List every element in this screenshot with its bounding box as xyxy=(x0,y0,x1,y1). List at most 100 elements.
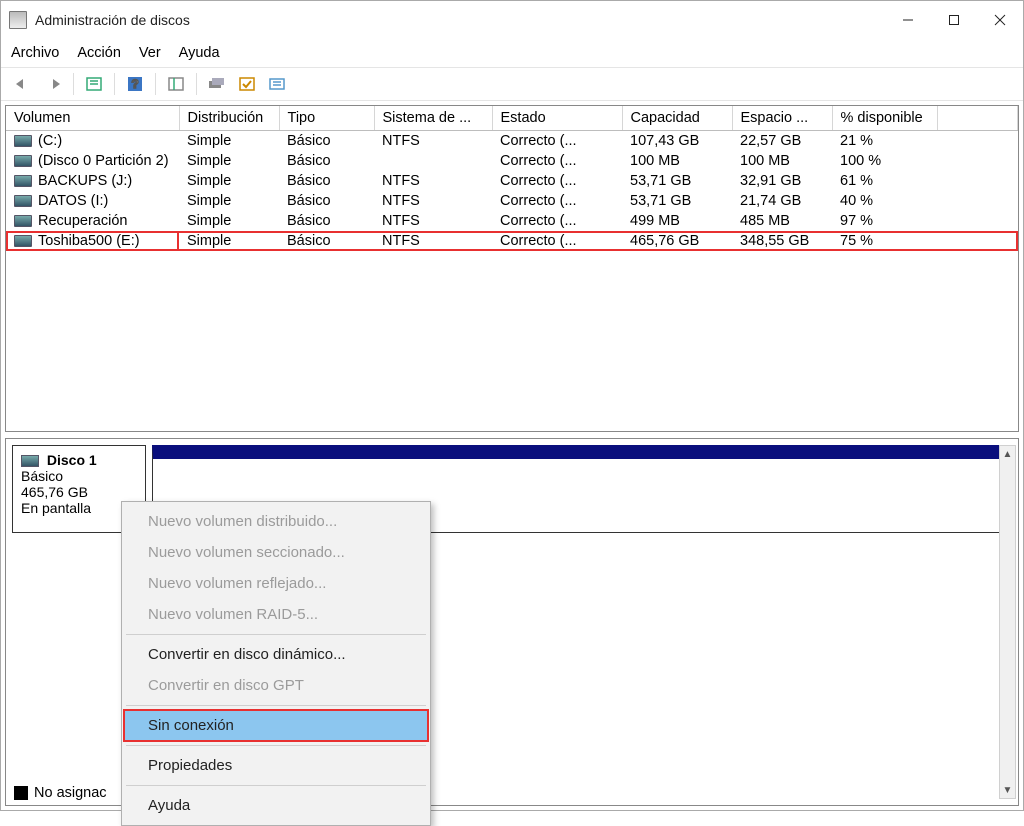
cm-help[interactable]: Ayuda xyxy=(124,790,428,821)
props-button[interactable] xyxy=(263,71,291,97)
cell-type: Básico xyxy=(279,131,374,152)
cm-new-mirrored[interactable]: Nuevo volumen reflejado... xyxy=(124,568,428,599)
minimize-button[interactable] xyxy=(885,1,931,39)
col-capacity[interactable]: Capacidad xyxy=(622,106,732,131)
col-status[interactable]: Estado xyxy=(492,106,622,131)
window-controls xyxy=(885,1,1023,39)
cell-cap: 499 MB xyxy=(622,211,732,231)
legend-label: No asignac xyxy=(34,785,107,801)
menu-bar: Archivo Acción Ver Ayuda xyxy=(1,39,1023,67)
cell-cap: 100 MB xyxy=(622,151,732,171)
cm-separator xyxy=(126,634,426,635)
disk-size: 465,76 GB xyxy=(21,484,137,500)
cell-pct: 61 % xyxy=(832,171,937,191)
cell-fs: NTFS xyxy=(374,231,492,251)
menu-help[interactable]: Ayuda xyxy=(179,45,220,61)
vertical-scrollbar[interactable]: ▲ ▼ xyxy=(999,445,1016,799)
scroll-down-icon[interactable]: ▼ xyxy=(1000,782,1015,798)
cm-properties[interactable]: Propiedades xyxy=(124,750,428,781)
table-row[interactable]: BACKUPS (J:)SimpleBásicoNTFSCorrecto (..… xyxy=(6,171,1018,191)
disk-type: Básico xyxy=(21,468,137,484)
volume-icon xyxy=(14,235,32,247)
cm-new-spanned[interactable]: Nuevo volumen distribuido... xyxy=(124,506,428,537)
svg-text:?: ? xyxy=(131,77,138,91)
cell-type: Básico xyxy=(279,151,374,171)
cm-new-striped[interactable]: Nuevo volumen seccionado... xyxy=(124,537,428,568)
cell-pct: 100 % xyxy=(832,151,937,171)
list-button[interactable] xyxy=(203,71,231,97)
cell-type: Básico xyxy=(279,231,374,251)
cell-free: 22,57 GB xyxy=(732,131,832,152)
table-row[interactable]: Toshiba500 (E:)SimpleBásicoNTFSCorrecto … xyxy=(6,231,1018,251)
cell-layout: Simple xyxy=(179,151,279,171)
table-row[interactable]: (Disco 0 Partición 2)SimpleBásico Correct… xyxy=(6,151,1018,171)
cell-status: Correcto (... xyxy=(492,191,622,211)
maximize-button[interactable] xyxy=(931,1,977,39)
volume-icon xyxy=(14,175,32,187)
cell-pct: 40 % xyxy=(832,191,937,211)
cell-name: Toshiba500 (E:) xyxy=(6,231,179,251)
table-row[interactable]: DATOS (I:)SimpleBásicoNTFSCorrecto (...5… xyxy=(6,191,1018,211)
volume-icon xyxy=(14,215,32,227)
cell-layout: Simple xyxy=(179,191,279,211)
cell-pct: 97 % xyxy=(832,211,937,231)
volumes-pane: Volumen Distribución Tipo Sistema de ...… xyxy=(5,105,1019,432)
volume-icon xyxy=(14,135,32,147)
cell-cap: 107,43 GB xyxy=(622,131,732,152)
title-bar: Administración de discos xyxy=(1,1,1023,39)
cell-free: 485 MB xyxy=(732,211,832,231)
disk-name: Disco 1 xyxy=(47,452,97,468)
window-title: Administración de discos xyxy=(35,12,190,28)
table-row[interactable]: RecuperaciónSimpleBásicoNTFSCorrecto (..… xyxy=(6,211,1018,231)
settings-button[interactable] xyxy=(162,71,190,97)
menu-view[interactable]: Ver xyxy=(139,45,161,61)
volumes-table[interactable]: Volumen Distribución Tipo Sistema de ...… xyxy=(6,106,1018,251)
cm-new-raid5[interactable]: Nuevo volumen RAID-5... xyxy=(124,599,428,630)
cm-convert-gpt[interactable]: Convertir en disco GPT xyxy=(124,670,428,701)
cell-fs: NTFS xyxy=(374,191,492,211)
toolbar-separator xyxy=(73,73,74,95)
back-button[interactable] xyxy=(9,71,37,97)
col-percent[interactable]: % disponible xyxy=(832,106,937,131)
col-type[interactable]: Tipo xyxy=(279,106,374,131)
col-filesystem[interactable]: Sistema de ... xyxy=(374,106,492,131)
cm-separator xyxy=(126,785,426,786)
disk-context-menu: Nuevo volumen distribuido... Nuevo volum… xyxy=(121,501,431,826)
menu-file[interactable]: Archivo xyxy=(11,45,59,61)
cell-name: Recuperación xyxy=(6,211,179,231)
cell-free: 100 MB xyxy=(732,151,832,171)
cell-name: (C:) xyxy=(6,131,179,151)
cell-status: Correcto (... xyxy=(492,171,622,191)
cell-fs: NTFS xyxy=(374,131,492,152)
col-free[interactable]: Espacio ... xyxy=(732,106,832,131)
close-button[interactable] xyxy=(977,1,1023,39)
refresh-button[interactable] xyxy=(80,71,108,97)
cell-layout: Simple xyxy=(179,231,279,251)
menu-action[interactable]: Acción xyxy=(77,45,121,61)
cm-offline[interactable]: Sin conexión xyxy=(124,710,428,741)
toolbar-separator xyxy=(155,73,156,95)
cm-convert-dynamic[interactable]: Convertir en disco dinámico... xyxy=(124,639,428,670)
cell-pct: 21 % xyxy=(832,131,937,152)
cell-status: Correcto (... xyxy=(492,231,622,251)
disk-icon xyxy=(21,455,39,467)
check-button[interactable] xyxy=(233,71,261,97)
cell-name: (Disco 0 Partición 2) xyxy=(6,151,179,171)
cell-status: Correcto (... xyxy=(492,131,622,152)
col-volume[interactable]: Volumen xyxy=(6,106,179,131)
cell-fs: NTFS xyxy=(374,171,492,191)
cell-status: Correcto (... xyxy=(492,151,622,171)
scroll-up-icon[interactable]: ▲ xyxy=(1000,446,1015,462)
cell-status: Correcto (... xyxy=(492,211,622,231)
col-layout[interactable]: Distribución xyxy=(179,106,279,131)
cell-free: 32,91 GB xyxy=(732,171,832,191)
cell-type: Básico xyxy=(279,211,374,231)
toolbar-separator xyxy=(196,73,197,95)
volume-icon xyxy=(14,155,32,167)
forward-button[interactable] xyxy=(39,71,67,97)
help-button[interactable]: ? xyxy=(121,71,149,97)
cell-fs xyxy=(374,151,492,171)
table-row[interactable]: (C:)SimpleBásicoNTFSCorrecto (...107,43 … xyxy=(6,131,1018,152)
toolbar: ? xyxy=(1,67,1023,101)
disk-status: En pantalla xyxy=(21,500,137,516)
